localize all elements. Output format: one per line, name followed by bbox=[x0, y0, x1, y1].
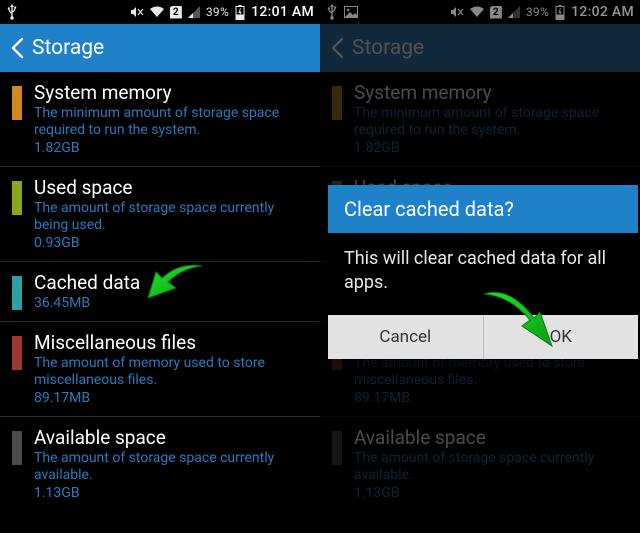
row-title: Available space bbox=[34, 427, 298, 449]
mute-icon bbox=[130, 6, 144, 18]
row-title: System memory bbox=[34, 82, 298, 104]
cancel-button[interactable]: Cancel bbox=[328, 315, 483, 359]
row-title: Miscellaneous files bbox=[34, 332, 298, 354]
action-bar: Storage bbox=[0, 24, 320, 72]
row-used-space[interactable]: Used space The amount of storage space c… bbox=[0, 166, 320, 261]
signal-icon bbox=[188, 6, 200, 18]
swatch-used bbox=[12, 181, 22, 215]
row-size: 1.82GB bbox=[34, 140, 298, 156]
row-misc-files[interactable]: Miscellaneous files The amount of memory… bbox=[0, 321, 320, 416]
page-title: Storage bbox=[32, 36, 104, 60]
row-desc: The amount of storage space currently av… bbox=[34, 450, 298, 484]
row-size: 0.93GB bbox=[34, 235, 298, 251]
row-available-space[interactable]: Available space The amount of storage sp… bbox=[0, 416, 320, 511]
swatch-system bbox=[12, 86, 22, 120]
row-desc: The amount of storage space currently be… bbox=[34, 200, 298, 234]
usb-icon bbox=[6, 4, 18, 20]
status-clock: 12:01 AM bbox=[251, 4, 314, 20]
right-screenshot: 2 39% 12:02 AM Storage System mem bbox=[320, 0, 640, 533]
status-bar: 2 39% 12:01 AM bbox=[0, 0, 320, 24]
battery-percent: 39% bbox=[206, 5, 229, 19]
battery-icon bbox=[235, 5, 245, 20]
row-title: Used space bbox=[34, 177, 298, 199]
annotation-arrow-cached bbox=[146, 264, 204, 300]
sim-slot-icon: 2 bbox=[170, 6, 182, 19]
row-desc: The minimum amount of storage space requ… bbox=[34, 105, 298, 139]
wifi-icon bbox=[150, 6, 164, 18]
swatch-misc bbox=[12, 336, 22, 370]
row-size: 89.17MB bbox=[34, 390, 298, 406]
dialog-title: Clear cached data? bbox=[328, 185, 638, 233]
annotation-arrow-ok bbox=[480, 290, 554, 350]
row-size: 1.13GB bbox=[34, 485, 298, 501]
back-icon[interactable] bbox=[6, 37, 28, 59]
swatch-cache bbox=[12, 276, 22, 310]
swatch-avail bbox=[12, 431, 22, 465]
row-system-memory[interactable]: System memory The minimum amount of stor… bbox=[0, 72, 320, 166]
left-screenshot: 2 39% 12:01 AM Storage bbox=[0, 0, 320, 533]
row-desc: The amount of memory used to store misce… bbox=[34, 355, 298, 389]
